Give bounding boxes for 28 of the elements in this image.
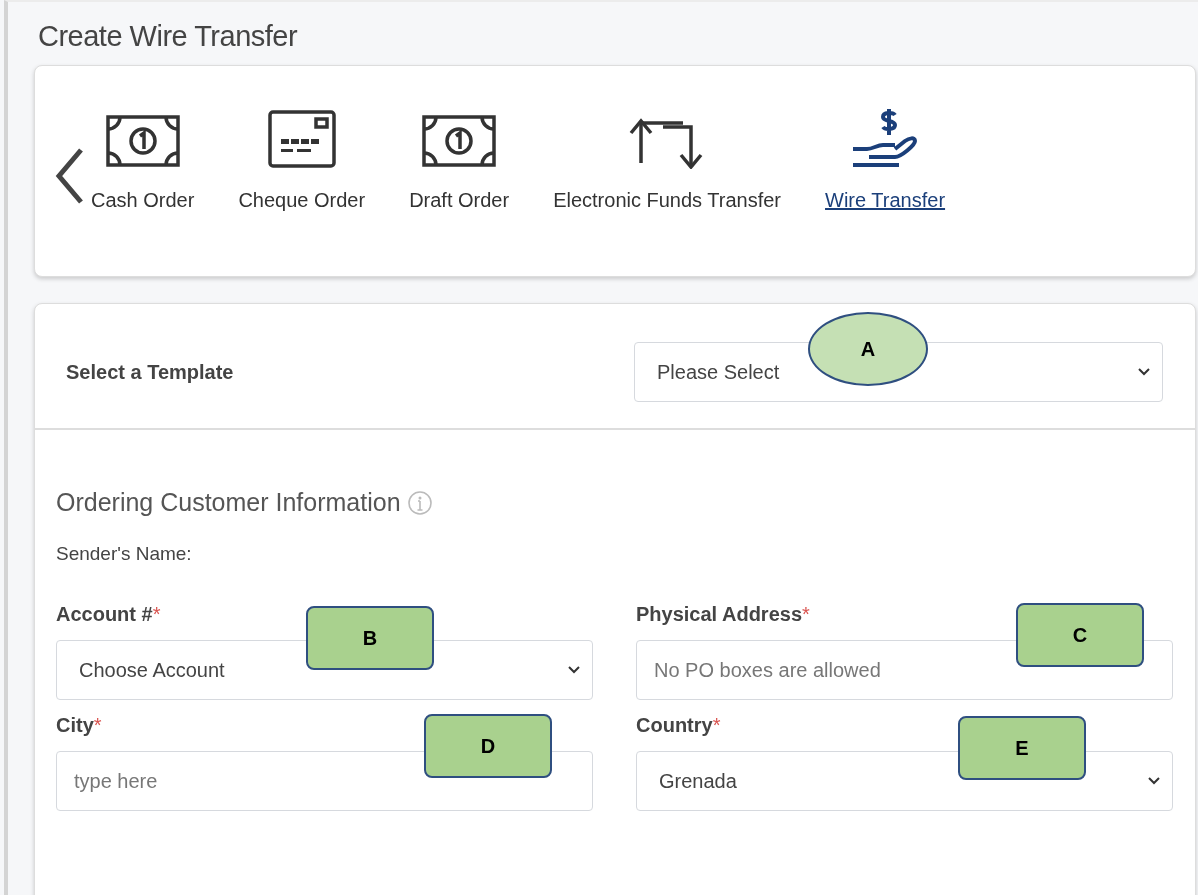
callout-label: B — [306, 606, 434, 670]
field-label: City — [56, 714, 94, 736]
callout-label: E — [958, 716, 1086, 780]
banknote-icon — [421, 112, 498, 169]
field-label: Physical Address — [636, 603, 802, 625]
sender-name-label: Sender's Name: — [56, 543, 193, 565]
chevron-down-icon — [1138, 368, 1150, 376]
order-type-link[interactable]: Draft Order — [409, 112, 510, 212]
section-title: Ordering Customer Information — [56, 488, 401, 517]
page-title: Create Wire Transfer — [38, 20, 299, 53]
callout-label: A — [808, 312, 928, 386]
template-label: Select a Template — [66, 360, 234, 384]
callout-label: C — [1016, 603, 1144, 667]
callout-label: D — [424, 714, 552, 778]
order-type-link[interactable]: Electronic Funds Transfer — [553, 112, 782, 212]
chevron-down-icon — [1148, 777, 1160, 785]
card-icon — [266, 108, 337, 169]
order-type-link[interactable]: Wire Transfer — [825, 104, 946, 212]
required-mark: * — [93, 714, 102, 736]
required-mark: * — [802, 603, 810, 625]
chevron-down-icon — [568, 666, 580, 674]
field-label: Country — [636, 714, 713, 736]
order-type-link[interactable]: Cash Order — [91, 112, 195, 212]
required-mark: * — [152, 603, 161, 625]
order-type-link[interactable]: Cheque Order — [238, 108, 366, 212]
field-label: Account # — [56, 603, 153, 625]
required-mark: * — [712, 714, 721, 736]
banknote-icon — [104, 112, 181, 169]
